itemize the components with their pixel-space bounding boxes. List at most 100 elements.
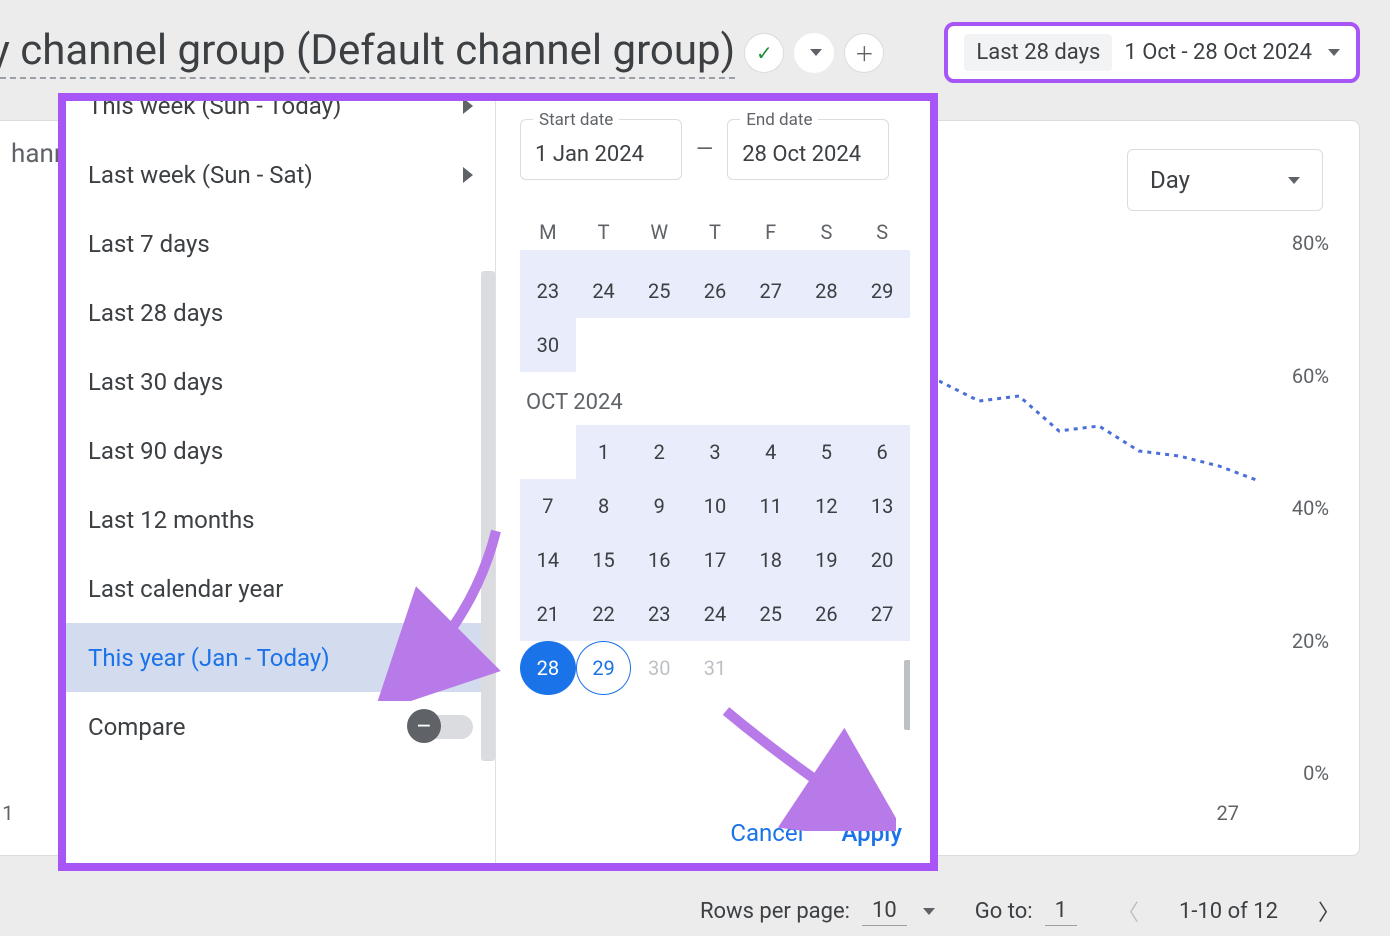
date-range-selector[interactable]: Last 28 days 1 Oct - 28 Oct 2024 <box>944 22 1360 83</box>
add-button[interactable]: ＋ <box>844 33 884 73</box>
preset-item[interactable]: Last 12 months <box>66 485 495 554</box>
preset-label: Last calendar year <box>88 575 283 603</box>
prev-page-icon[interactable]: 〈 <box>1117 895 1139 927</box>
day-cell[interactable]: 24 <box>576 264 632 318</box>
day-cell[interactable]: 11 <box>743 479 799 533</box>
day-cell[interactable]: 16 <box>631 533 687 587</box>
day-cell[interactable]: 24 <box>687 587 743 641</box>
weekday-cell: T <box>576 220 632 244</box>
day-cell[interactable]: 8 <box>576 479 632 533</box>
day-cell[interactable]: 5 <box>799 425 855 479</box>
day-cell[interactable]: 9 <box>631 479 687 533</box>
preset-item[interactable]: Last week (Sun - Sat) <box>66 140 495 209</box>
day-cell[interactable]: 29 <box>854 264 910 318</box>
dropdown-more-button[interactable] <box>794 33 834 73</box>
preset-label: Last 12 months <box>88 506 255 534</box>
day-cell[interactable]: 25 <box>631 264 687 318</box>
preset-item[interactable]: Last calendar year <box>66 554 495 623</box>
day-cell[interactable]: 21 <box>799 250 855 264</box>
compare-label: Compare <box>88 713 186 741</box>
day-cell[interactable]: 3 <box>687 425 743 479</box>
granularity-dropdown[interactable]: Day <box>1127 149 1323 211</box>
day-cell[interactable]: 21 <box>520 587 576 641</box>
status-check-button[interactable]: ✓ <box>744 33 784 73</box>
day-cell[interactable]: 20 <box>743 250 799 264</box>
cancel-button[interactable]: Cancel <box>730 819 803 847</box>
day-cell[interactable]: 25 <box>743 587 799 641</box>
page-range-text: 1-10 of 12 <box>1179 899 1278 924</box>
rows-per-page[interactable]: Rows per page: 10 <box>700 896 935 926</box>
start-date-value: 1 Jan 2024 <box>535 142 644 167</box>
range-dash: — <box>696 137 713 162</box>
day-cell[interactable]: 23 <box>631 587 687 641</box>
day-cell[interactable]: 26 <box>799 587 855 641</box>
day-cell[interactable]: 2 <box>631 425 687 479</box>
day-cell[interactable]: 15 <box>576 533 632 587</box>
weekday-cell: S <box>799 220 855 244</box>
calendar-column: Start date 1 Jan 2024 — End date 28 Oct … <box>496 101 930 863</box>
day-cell[interactable]: 10 <box>687 479 743 533</box>
start-date-input[interactable]: Start date 1 Jan 2024 <box>520 119 682 180</box>
end-date-input[interactable]: End date 28 Oct 2024 <box>727 119 889 180</box>
rows-per-page-value: 10 <box>862 896 907 926</box>
next-page-icon[interactable]: 〉 <box>1318 895 1340 927</box>
day-cell: 31 <box>687 641 743 695</box>
day-cell[interactable]: 13 <box>854 479 910 533</box>
day-cell[interactable]: 12 <box>799 479 855 533</box>
day-cell[interactable]: 27 <box>854 587 910 641</box>
month-label: OCT 2024 <box>526 390 910 415</box>
day-cell[interactable]: 27 <box>743 264 799 318</box>
preset-label: Last week (Sun - Sat) <box>88 161 313 189</box>
compare-row: Compare – <box>66 692 495 761</box>
scrollbar[interactable] <box>481 271 495 761</box>
day-cell[interactable]: 14 <box>520 533 576 587</box>
day-cell[interactable]: 28 <box>799 264 855 318</box>
preset-item[interactable]: This year (Jan - Today) <box>66 623 495 692</box>
day-cell[interactable]: 20 <box>854 533 910 587</box>
goto-page[interactable]: Go to: 1 <box>975 896 1077 926</box>
day-cell[interactable]: 28 <box>520 641 576 695</box>
compare-toggle[interactable]: – <box>411 715 473 739</box>
day-cell[interactable]: 19 <box>799 533 855 587</box>
day-cell[interactable]: 18 <box>631 250 687 264</box>
day-cell[interactable]: 29 <box>576 641 632 695</box>
y-axis-ticks: 80% 60% 40% 20% 0% <box>1292 231 1329 785</box>
day-cell[interactable]: 18 <box>743 533 799 587</box>
day-cell[interactable]: 23 <box>520 264 576 318</box>
day-cell[interactable]: 1 <box>576 425 632 479</box>
preset-label: Last 28 days <box>88 299 223 327</box>
rows-per-page-label: Rows per page: <box>700 899 850 924</box>
report-title[interactable]: y channel group (Default channel group) <box>0 26 735 79</box>
apply-button[interactable]: Apply <box>841 819 902 847</box>
preset-label: This week (Sun - Today) <box>88 101 341 120</box>
goto-label: Go to: <box>975 899 1033 924</box>
caret-down-icon <box>1328 49 1340 56</box>
preset-item[interactable]: Last 90 days <box>66 416 495 485</box>
date-range-dates: 1 Oct - 28 Oct 2024 <box>1124 40 1312 65</box>
day-cell[interactable]: 22 <box>576 587 632 641</box>
caret-down-icon <box>810 49 822 56</box>
day-cell[interactable]: 17 <box>687 533 743 587</box>
modal-actions: Cancel Apply <box>730 819 902 847</box>
preset-column: This week (Sun - Today) Last week (Sun - … <box>66 101 496 863</box>
day-cell[interactable]: 19 <box>687 250 743 264</box>
preset-item[interactable]: Last 7 days <box>66 209 495 278</box>
day-cell[interactable]: 22 <box>854 250 910 264</box>
day-cell[interactable]: 17 <box>576 250 632 264</box>
date-range-modal: This week (Sun - Today) Last week (Sun - … <box>58 93 938 871</box>
preset-item[interactable]: This week (Sun - Today) <box>66 101 495 140</box>
preset-item[interactable]: Last 30 days <box>66 347 495 416</box>
day-cell[interactable]: 16 <box>520 250 576 264</box>
date-inputs: Start date 1 Jan 2024 — End date 28 Oct … <box>520 119 910 180</box>
preset-item[interactable]: Last 28 days <box>66 278 495 347</box>
weekday-cell: T <box>687 220 743 244</box>
day-cell[interactable]: 26 <box>687 264 743 318</box>
day-cell[interactable]: 7 <box>520 479 576 533</box>
preset-label: This year (Jan - Today) <box>88 644 330 672</box>
header-controls: ✓ ＋ Last 28 days 1 Oct - 28 Oct 2024 <box>744 22 1360 83</box>
day-cell[interactable]: 6 <box>854 425 910 479</box>
day-cell[interactable]: 30 <box>520 318 576 372</box>
calendar-scroll[interactable]: 161718192021222324252627282930OCT 202412… <box>520 250 910 730</box>
calendar-scrollbar[interactable] <box>904 660 910 730</box>
day-cell[interactable]: 4 <box>743 425 799 479</box>
